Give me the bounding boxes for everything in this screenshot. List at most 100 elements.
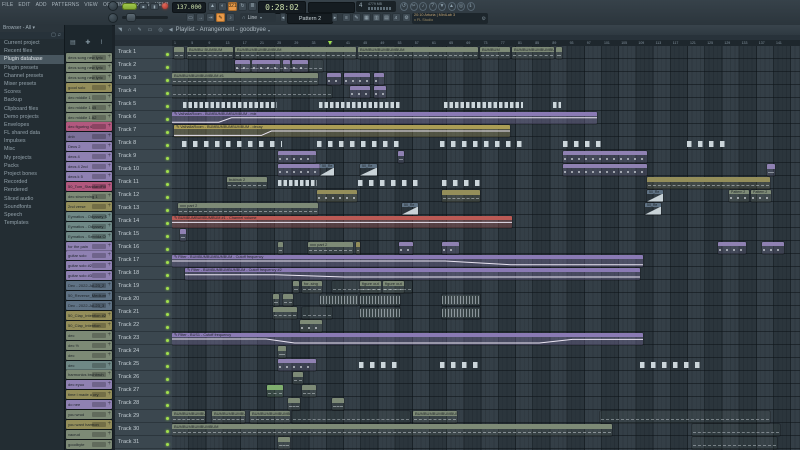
browser-toolbar[interactable]: ▢ ♫ xyxy=(0,32,64,39)
pattern-next-button[interactable]: ▸ xyxy=(332,13,338,22)
track-mute-led[interactable] xyxy=(166,66,169,69)
import-icon[interactable]: ▼ xyxy=(438,2,446,11)
audio-clip[interactable]: BUMBUMBUMBUMBUM xyxy=(212,411,245,423)
track-header[interactable]: Track 13 xyxy=(115,202,172,215)
audio-clip[interactable] xyxy=(600,411,770,423)
countdown-icon[interactable]: 321 xyxy=(228,2,237,11)
audio-clip[interactable] xyxy=(292,411,410,423)
pattern-selector[interactable]: Pattern 2 xyxy=(287,13,333,24)
track-mute-led[interactable] xyxy=(166,352,169,355)
audio-clip[interactable] xyxy=(302,307,332,319)
picker-toolbar[interactable]: ▤ ✚ ⌇ xyxy=(65,39,112,49)
track-header[interactable]: Track 27 xyxy=(115,384,172,397)
audio-clip[interactable]: BUMBUMBUMBUMBUM xyxy=(172,411,205,423)
audio-clip[interactable]: xxx part 2 xyxy=(308,242,353,254)
browser-item[interactable]: Recorded xyxy=(0,178,64,186)
pattern-clip[interactable] xyxy=(235,60,250,72)
track-header[interactable]: Track 25 xyxy=(115,358,172,371)
audio-clip[interactable] xyxy=(182,138,282,150)
audio-clip[interactable]: BUMBU BUMBUM xyxy=(187,47,233,59)
track-header[interactable]: Track 12 xyxy=(115,189,172,202)
main-volume-knob[interactable] xyxy=(108,1,118,11)
audio-clip[interactable] xyxy=(563,138,605,150)
picker-item[interactable]: decs song new lyric+ xyxy=(66,73,112,82)
picker-item[interactable]: Eymatics - Odyssey S+ xyxy=(66,212,112,221)
audio-clip[interactable]: figure out xyxy=(360,281,381,293)
picker-item[interactable]: decs k 5+ xyxy=(66,172,112,181)
audio-clip[interactable]: 50_Re xyxy=(402,203,418,215)
audio-clip[interactable] xyxy=(317,138,402,150)
picker-item[interactable]: Dec - 2022-Jul-23_3+ xyxy=(66,301,112,310)
picker-item[interactable]: for the pain+ xyxy=(66,242,112,251)
picker-item[interactable]: dec+ xyxy=(66,361,112,370)
picker-item[interactable]: Decs 2+ xyxy=(66,142,112,151)
track-mute-led[interactable] xyxy=(166,430,169,433)
pencil-icon[interactable]: ✎ xyxy=(216,13,225,22)
picker-item[interactable]: 50_Reverse_Medium+ xyxy=(66,291,112,300)
pattern-clip[interactable] xyxy=(278,359,316,371)
automation-clip[interactable]: ✎ ValhallaRoom - BUMBUMBUMBUMBUM - mix xyxy=(172,112,597,124)
audio-clip[interactable] xyxy=(278,346,286,358)
picker-item[interactable]: decs song new lyric+ xyxy=(66,53,112,62)
bell-icon[interactable]: ♪ xyxy=(226,13,235,22)
audio-clip[interactable]: BUMBUMBUMBUMBUM xyxy=(358,47,478,59)
audio-clip[interactable] xyxy=(278,437,290,449)
browser-item[interactable]: Templates xyxy=(0,219,64,227)
browser-item[interactable]: Mixer presets xyxy=(0,80,64,88)
audio-clip[interactable] xyxy=(440,138,528,150)
track-mute-led[interactable] xyxy=(166,313,169,316)
picker-item[interactable]: harmonics bruhbruh+ xyxy=(66,370,112,379)
audio-clip[interactable] xyxy=(278,242,283,254)
audio-clip[interactable] xyxy=(687,138,729,150)
picker-item[interactable]: dec eyuo+ xyxy=(66,380,112,389)
track-mute-led[interactable] xyxy=(166,391,169,394)
track-header[interactable]: Track 15 xyxy=(115,228,172,241)
automation-clip[interactable]: ✎ Filter - BUS1 - Cutoff frequency xyxy=(172,333,643,345)
audio-clip[interactable] xyxy=(640,359,700,371)
track-header[interactable]: Track 14 xyxy=(115,215,172,228)
picker-item[interactable]: guitar solo #2+ xyxy=(66,261,112,270)
audio-clip[interactable] xyxy=(293,281,299,293)
audio-clip[interactable] xyxy=(692,424,780,436)
pattern-clip[interactable] xyxy=(283,60,290,72)
picker-item[interactable]: dec+ xyxy=(66,351,112,360)
main-pitch-knob[interactable] xyxy=(108,13,118,23)
audio-clip[interactable] xyxy=(360,307,400,319)
audio-clip[interactable] xyxy=(293,372,303,384)
track-header[interactable]: Track 16 xyxy=(115,241,172,254)
target-icon[interactable]: ◎ xyxy=(457,2,465,11)
track-mute-led[interactable] xyxy=(166,287,169,290)
track-header[interactable]: Track 4 xyxy=(115,85,172,98)
master-slider-thumb[interactable] xyxy=(127,14,135,21)
track-header[interactable]: Track 9 xyxy=(115,150,172,163)
picker-item[interactable]: decs 4 2nd+ xyxy=(66,162,112,171)
settings-icon[interactable]: ⚙ xyxy=(402,13,411,22)
browser-item[interactable]: My projects xyxy=(0,154,64,162)
pattern-clip[interactable] xyxy=(278,151,316,163)
picker-item[interactable]: dec strumming 1+ xyxy=(66,192,112,201)
track-header[interactable]: Track 3 xyxy=(115,72,172,85)
track-mute-led[interactable] xyxy=(166,274,169,277)
track-mute-led[interactable] xyxy=(166,365,169,368)
audio-clip[interactable] xyxy=(273,307,297,319)
audio-clip[interactable]: bukbuk 2 xyxy=(227,177,267,189)
automation-clip[interactable]: ✎ ValhallaRoom - BUMBUMBUMBUMBUM - decay xyxy=(174,125,510,137)
track-header[interactable]: Track 18 xyxy=(115,267,172,280)
pattern-clip[interactable] xyxy=(327,73,341,85)
pattern-clip[interactable] xyxy=(442,242,459,254)
track-mute-led[interactable] xyxy=(166,339,169,342)
picker-item[interactable]: do nee+ xyxy=(66,400,112,409)
track-mute-led[interactable] xyxy=(166,196,169,199)
audio-clip[interactable]: BUMBUMBUMBUMBUM xyxy=(235,47,356,59)
song-mode-button[interactable]: ▮ xyxy=(150,3,159,10)
browser-item[interactable]: FL shared data xyxy=(0,129,64,137)
track-mute-led[interactable] xyxy=(166,261,169,264)
snap-selector[interactable]: ∩ Line ▾ xyxy=(240,13,276,22)
audio-clip[interactable]: figure out xyxy=(383,281,404,293)
menu-item-patterns[interactable]: PATTERNS xyxy=(52,2,80,8)
audio-clip[interactable] xyxy=(288,398,300,410)
track-header[interactable]: Track 5 xyxy=(115,98,172,111)
track-mute-led[interactable] xyxy=(166,378,169,381)
track-header[interactable]: Track 19 xyxy=(115,280,172,293)
audio-clip[interactable] xyxy=(278,177,317,189)
